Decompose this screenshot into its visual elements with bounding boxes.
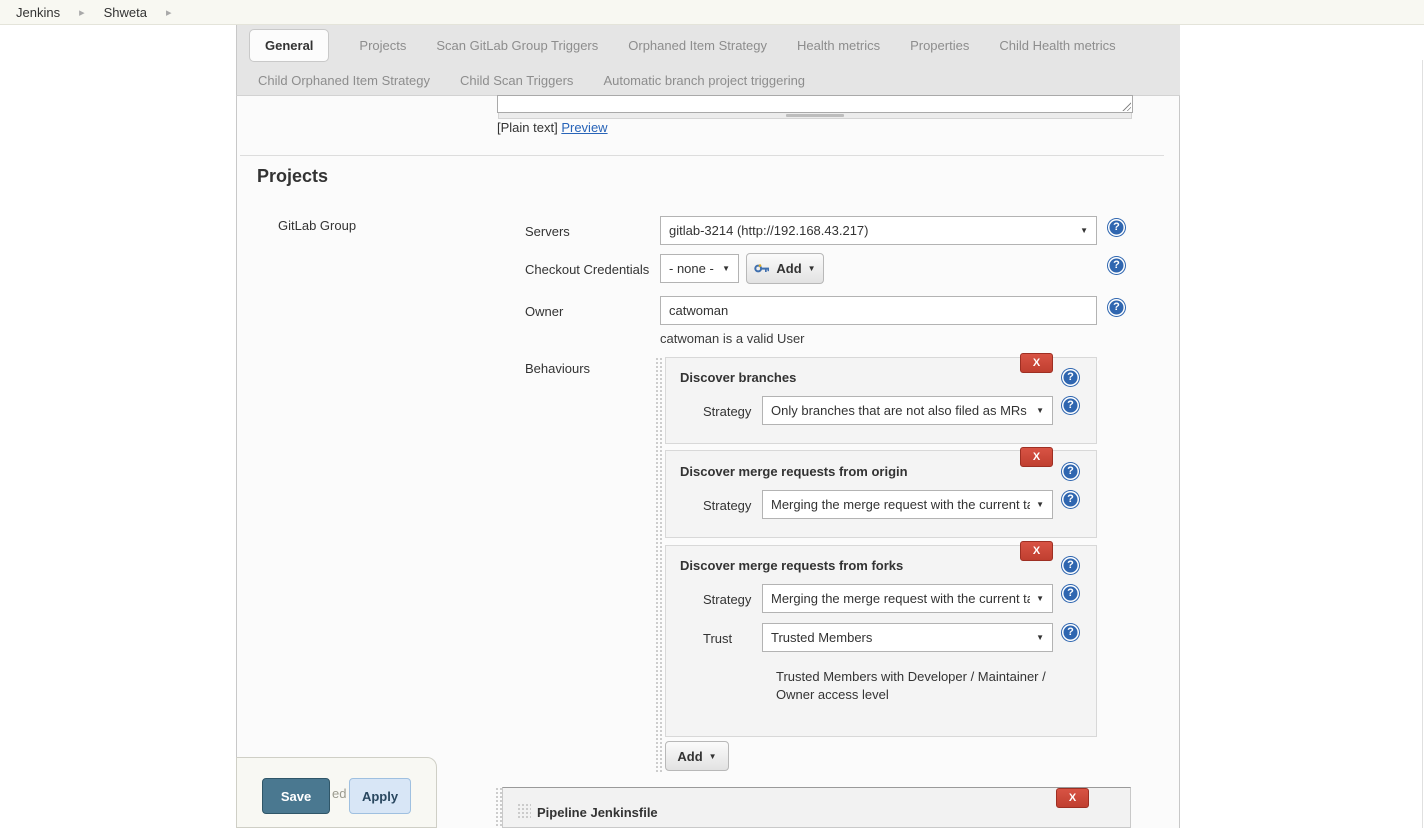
gitlab-group-label: GitLab Group xyxy=(278,218,356,233)
strategy-select-value: Only branches that are not also filed as… xyxy=(771,403,1030,418)
tab-child-orphaned-item-strategy[interactable]: Child Orphaned Item Strategy xyxy=(258,73,430,88)
chevron-down-icon: ▼ xyxy=(1036,633,1044,642)
remove-discover-branches-button[interactable]: X xyxy=(1020,353,1053,373)
behaviours-label: Behaviours xyxy=(525,361,590,376)
save-apply-bar: ed Save Apply xyxy=(236,757,437,828)
owner-label: Owner xyxy=(525,304,563,319)
servers-help-icon[interactable]: ? xyxy=(1108,219,1125,236)
chevron-down-icon: ▼ xyxy=(722,264,730,273)
add-behaviour-label: Add xyxy=(677,749,702,764)
chevron-right-icon[interactable]: ▸ xyxy=(166,6,172,19)
behaviours-drag-strip[interactable] xyxy=(655,357,662,772)
strategy-label: Strategy xyxy=(703,404,751,419)
strategy-select-value: Merging the merge request with the curre… xyxy=(771,497,1030,512)
strategy-help-icon[interactable]: ? xyxy=(1062,585,1079,602)
tab-row-1: General Projects Scan GitLab Group Trigg… xyxy=(237,25,1180,65)
servers-select[interactable]: gitlab-3214 (http://192.168.43.217) ▼ xyxy=(660,216,1097,245)
caret-down-icon: ▼ xyxy=(709,752,717,761)
preview-link[interactable]: Preview xyxy=(561,120,607,135)
discover-mr-forks-help-icon[interactable]: ? xyxy=(1062,557,1079,574)
chevron-down-icon: ▼ xyxy=(1080,226,1088,235)
strategy-select-value: Merging the merge request with the curre… xyxy=(771,591,1030,606)
projects-section-heading: Projects xyxy=(257,166,328,187)
trust-select-value: Trusted Members xyxy=(771,630,1030,645)
chevron-down-icon: ▼ xyxy=(1036,500,1044,509)
breadcrumb-shweta[interactable]: Shweta xyxy=(104,5,147,20)
apply-button[interactable]: Apply xyxy=(349,778,411,814)
remove-discover-mr-forks-button[interactable]: X xyxy=(1020,541,1053,561)
tab-scan-gitlab-group-triggers[interactable]: Scan GitLab Group Triggers xyxy=(436,38,598,53)
checkout-credentials-help-icon[interactable]: ? xyxy=(1108,257,1125,274)
tab-properties[interactable]: Properties xyxy=(910,38,969,53)
owner-validation-message: catwoman is a valid User xyxy=(660,331,805,346)
chevron-down-icon: ▼ xyxy=(1036,406,1044,415)
discover-branches-title: Discover branches xyxy=(680,370,796,385)
discover-branches-strategy-select[interactable]: Only branches that are not also filed as… xyxy=(762,396,1053,425)
tab-child-scan-triggers[interactable]: Child Scan Triggers xyxy=(460,73,573,88)
strategy-help-icon[interactable]: ? xyxy=(1062,397,1079,414)
tab-orphaned-item-strategy[interactable]: Orphaned Item Strategy xyxy=(628,38,767,53)
servers-label: Servers xyxy=(525,224,570,239)
chevron-right-icon[interactable]: ▸ xyxy=(79,6,85,19)
trust-label: Trust xyxy=(703,631,732,646)
discover-mr-origin-help-icon[interactable]: ? xyxy=(1062,463,1079,480)
strategy-help-icon[interactable]: ? xyxy=(1062,491,1079,508)
trust-description: Trusted Members with Developer / Maintai… xyxy=(776,668,1054,704)
add-credentials-label: Add xyxy=(776,261,801,276)
tab-health-metrics[interactable]: Health metrics xyxy=(797,38,880,53)
section-divider xyxy=(240,155,1164,156)
discover-branches-help-icon[interactable]: ? xyxy=(1062,369,1079,386)
description-footer: [Plain text] Preview xyxy=(497,120,608,135)
tab-child-health-metrics[interactable]: Child Health metrics xyxy=(999,38,1115,53)
tab-general[interactable]: General xyxy=(249,29,329,62)
plain-text-label: [Plain text] xyxy=(497,120,558,135)
strategy-label: Strategy xyxy=(703,592,751,607)
strategy-label: Strategy xyxy=(703,498,751,513)
discover-mr-origin-strategy-select[interactable]: Merging the merge request with the curre… xyxy=(762,490,1053,519)
checkout-credentials-label: Checkout Credentials xyxy=(525,262,649,277)
breadcrumb: Jenkins ▸ Shweta ▸ xyxy=(0,0,1424,25)
config-tab-bar: General Projects Scan GitLab Group Trigg… xyxy=(236,25,1180,96)
tab-row-2: Child Orphaned Item Strategy Child Scan … xyxy=(237,65,1180,96)
chevron-down-icon: ▼ xyxy=(1036,594,1044,603)
resize-grip-icon[interactable] xyxy=(1121,101,1131,111)
tab-automatic-branch-project-triggering[interactable]: Automatic branch project triggering xyxy=(603,73,805,88)
caret-down-icon: ▼ xyxy=(808,264,816,273)
description-textarea[interactable] xyxy=(497,95,1133,113)
tab-projects[interactable]: Projects xyxy=(359,38,406,53)
drag-grip-icon xyxy=(786,114,844,117)
owner-input[interactable] xyxy=(660,296,1097,325)
save-button[interactable]: Save xyxy=(262,778,330,814)
pipeline-drag-strip[interactable] xyxy=(495,787,502,828)
breadcrumb-jenkins[interactable]: Jenkins xyxy=(16,5,60,20)
jenkins-config-page: Jenkins ▸ Shweta ▸ General Projects Scan… xyxy=(0,0,1424,828)
textarea-resize-handle[interactable] xyxy=(498,113,1132,119)
checkout-credentials-value: - none - xyxy=(669,261,716,276)
add-credentials-button[interactable]: Add ▼ xyxy=(746,253,824,284)
discover-mr-forks-strategy-select[interactable]: Merging the merge request with the curre… xyxy=(762,584,1053,613)
obscured-page-text: ed xyxy=(332,786,346,801)
remove-discover-mr-origin-button[interactable]: X xyxy=(1020,447,1053,467)
owner-help-icon[interactable]: ? xyxy=(1108,299,1125,316)
remove-pipeline-jenkinsfile-button[interactable]: X xyxy=(1056,788,1089,808)
pipeline-jenkinsfile-title: Pipeline Jenkinsfile xyxy=(537,805,658,820)
trust-help-icon[interactable]: ? xyxy=(1062,624,1079,641)
checkout-credentials-select[interactable]: - none - ▼ xyxy=(660,254,739,283)
discover-mr-forks-title: Discover merge requests from forks xyxy=(680,558,903,573)
key-icon xyxy=(754,263,770,274)
drag-handle-icon[interactable] xyxy=(517,803,531,820)
servers-select-value: gitlab-3214 (http://192.168.43.217) xyxy=(669,223,1074,238)
trust-select[interactable]: Trusted Members ▼ xyxy=(762,623,1053,652)
scrollbar-track[interactable] xyxy=(1422,60,1423,828)
add-behaviour-button[interactable]: Add ▼ xyxy=(665,741,729,771)
discover-mr-origin-title: Discover merge requests from origin xyxy=(680,464,908,479)
